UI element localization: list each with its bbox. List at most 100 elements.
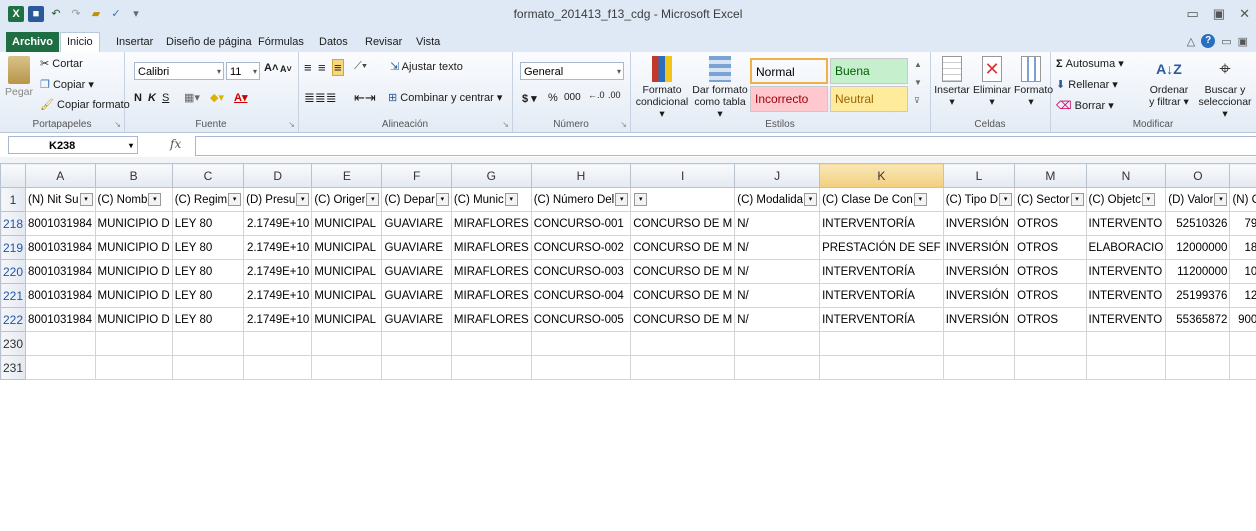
filter-dropdown-icon[interactable]: ▾ bbox=[504, 193, 518, 206]
bold-button[interactable]: N bbox=[134, 92, 142, 104]
cell-c[interactable]: LEY 80 bbox=[171, 211, 245, 236]
styles-scroll-up-icon[interactable]: ▲ bbox=[914, 60, 922, 69]
cell-j[interactable]: N/ bbox=[734, 307, 821, 332]
cell-d[interactable]: 2.1749E+10 bbox=[243, 307, 313, 332]
cell-g[interactable]: MIRAFLORES bbox=[450, 283, 532, 308]
cell-e[interactable] bbox=[311, 355, 383, 380]
cell-g[interactable] bbox=[450, 355, 532, 380]
cell-i[interactable]: CONCURSO DE M bbox=[630, 235, 736, 260]
cell-l[interactable]: INVERSIÓN bbox=[942, 211, 1016, 236]
percent-button[interactable]: % bbox=[548, 92, 558, 104]
cell-e[interactable]: MUNICIPAL bbox=[311, 235, 383, 260]
cell-l[interactable]: INVERSIÓN bbox=[942, 259, 1016, 284]
select-all-corner[interactable] bbox=[0, 163, 27, 188]
number-format-select[interactable]: General ▾ bbox=[520, 62, 624, 80]
style-incorrecto[interactable]: Incorrecto bbox=[750, 86, 828, 112]
worksheet[interactable]: ABCDEFGHIJKLMNOPQRS 1(N) Nit Su▾(C) Nomb… bbox=[0, 163, 1256, 531]
name-box[interactable]: K238 ▾ bbox=[8, 136, 138, 154]
cell-f[interactable] bbox=[381, 331, 452, 356]
cell-f[interactable]: GUAVIARE bbox=[381, 235, 452, 260]
cell-d[interactable] bbox=[243, 331, 313, 356]
align-top-icon[interactable]: ≡ bbox=[304, 60, 312, 75]
cell-k[interactable]: PRESTACIÓN DE SEF bbox=[819, 235, 944, 260]
column-header-p[interactable]: P bbox=[1229, 163, 1256, 188]
styles-more-icon[interactable]: ⊽ bbox=[914, 96, 920, 105]
cell-h[interactable]: CONCURSO-005 bbox=[530, 307, 632, 332]
borders-icon[interactable]: ▦▾ bbox=[184, 91, 200, 104]
column-header-f[interactable]: F bbox=[381, 163, 452, 188]
cell-l[interactable] bbox=[942, 355, 1016, 380]
cell-g[interactable] bbox=[450, 331, 532, 356]
dialog-launcher-icon[interactable]: ↘ bbox=[114, 120, 121, 129]
help-icon[interactable]: ? bbox=[1201, 34, 1216, 48]
cell-grid[interactable]: ABCDEFGHIJKLMNOPQRS 1(N) Nit Su▾(C) Nomb… bbox=[0, 163, 1256, 380]
column-header-h[interactable]: H bbox=[530, 163, 632, 188]
font-size-select[interactable]: 11 ▾ bbox=[226, 62, 260, 80]
row-number[interactable]: 220 bbox=[0, 259, 27, 284]
cell-a[interactable]: 8001031984 bbox=[25, 211, 96, 236]
column-header-i[interactable]: I bbox=[630, 163, 736, 188]
column-header-m[interactable]: M bbox=[1014, 163, 1087, 188]
sort-filter-button[interactable]: A↓Z Ordenar y filtrar ▾ bbox=[1142, 56, 1196, 108]
cell-m[interactable] bbox=[1014, 355, 1087, 380]
cell-n[interactable]: ELABORACIO bbox=[1085, 235, 1167, 260]
header-cell[interactable]: (C) Regim ▾ bbox=[171, 187, 245, 212]
cell-j[interactable]: N/ bbox=[734, 235, 821, 260]
filter-dropdown-icon[interactable]: ▾ bbox=[1141, 193, 1155, 206]
header-cell[interactable]: (C) Modalida ▾ bbox=[734, 187, 821, 212]
minimize-ribbon-icon[interactable]: △ bbox=[1187, 35, 1195, 48]
increase-decimal-icon[interactable]: ←.0 bbox=[588, 90, 605, 100]
cell-d[interactable]: 2.1749E+10 bbox=[243, 283, 313, 308]
cell-d[interactable]: 2.1749E+10 bbox=[243, 259, 313, 284]
column-header-c[interactable]: C bbox=[171, 163, 245, 188]
tab-insertar[interactable]: Insertar bbox=[110, 33, 159, 51]
cell-f[interactable]: GUAVIARE bbox=[381, 259, 452, 284]
font-name-select[interactable]: Calibri ▾ bbox=[134, 62, 224, 80]
filter-dropdown-icon[interactable]: ▾ bbox=[79, 193, 93, 206]
cell-d[interactable]: 2.1749E+10 bbox=[243, 211, 313, 236]
orientation-icon[interactable]: ⟋▾ bbox=[354, 60, 367, 73]
cell-c[interactable] bbox=[171, 355, 245, 380]
merge-center-button[interactable]: ⊞ Combinar y centrar ▾ bbox=[388, 91, 502, 104]
cell-f[interactable]: GUAVIARE bbox=[381, 211, 452, 236]
column-header-a[interactable]: A bbox=[25, 163, 96, 188]
tab-formulas[interactable]: Fórmulas bbox=[252, 33, 310, 51]
cell-i[interactable] bbox=[630, 331, 736, 356]
cell-i[interactable]: CONCURSO DE M bbox=[630, 259, 736, 284]
format-painter-button[interactable]: 🖌 Copiar formato bbox=[40, 98, 130, 111]
row-number[interactable]: 218 bbox=[0, 211, 27, 236]
tab-inicio[interactable]: Inicio bbox=[60, 32, 100, 53]
cell-n[interactable]: INTERVENTO bbox=[1085, 211, 1167, 236]
style-neutral[interactable]: Neutral bbox=[830, 86, 908, 112]
cell-a[interactable]: 8001031984 bbox=[25, 235, 96, 260]
column-header-l[interactable]: L bbox=[942, 163, 1016, 188]
tab-archivo[interactable]: Archivo bbox=[6, 32, 59, 52]
header-cell[interactable]: (C) Tipo D ▾ bbox=[942, 187, 1016, 212]
cell-e[interactable] bbox=[311, 331, 383, 356]
cell-i[interactable]: CONCURSO DE M bbox=[630, 283, 736, 308]
cell-l[interactable]: INVERSIÓN bbox=[942, 235, 1016, 260]
cell-f[interactable] bbox=[381, 355, 452, 380]
cell-h[interactable]: CONCURSO-002 bbox=[530, 235, 632, 260]
currency-button[interactable]: $ ▾ bbox=[522, 92, 537, 105]
copy-button[interactable]: ❐ Copiar ▾ bbox=[40, 78, 94, 91]
cell-d[interactable] bbox=[243, 355, 313, 380]
cell-b[interactable]: MUNICIPIO D bbox=[94, 307, 173, 332]
header-cell[interactable]: (C) Nomb ▾ bbox=[94, 187, 173, 212]
cell-a[interactable] bbox=[25, 355, 96, 380]
cell-n[interactable]: INTERVENTO bbox=[1085, 283, 1167, 308]
thousands-button[interactable]: 000 bbox=[564, 92, 581, 103]
tab-datos[interactable]: Datos bbox=[313, 33, 354, 51]
cell-k[interactable]: INTERVENTORÍA bbox=[819, 211, 944, 236]
cell-i[interactable]: CONCURSO DE M bbox=[630, 307, 736, 332]
cell-e[interactable]: MUNICIPAL bbox=[311, 307, 383, 332]
filter-dropdown-icon[interactable]: ▾ bbox=[615, 193, 629, 206]
styles-scroll-down-icon[interactable]: ▼ bbox=[914, 78, 922, 87]
cell-h[interactable] bbox=[530, 331, 632, 356]
column-header-d[interactable]: D bbox=[243, 163, 313, 188]
shrink-font-icon[interactable]: A˅ bbox=[280, 64, 292, 74]
header-cell[interactable]: (N) Nit Su ▾ bbox=[25, 187, 96, 212]
column-header-o[interactable]: O bbox=[1165, 163, 1231, 188]
tab-vista[interactable]: Vista bbox=[410, 33, 446, 51]
filter-dropdown-icon[interactable]: ▾ bbox=[913, 193, 927, 206]
